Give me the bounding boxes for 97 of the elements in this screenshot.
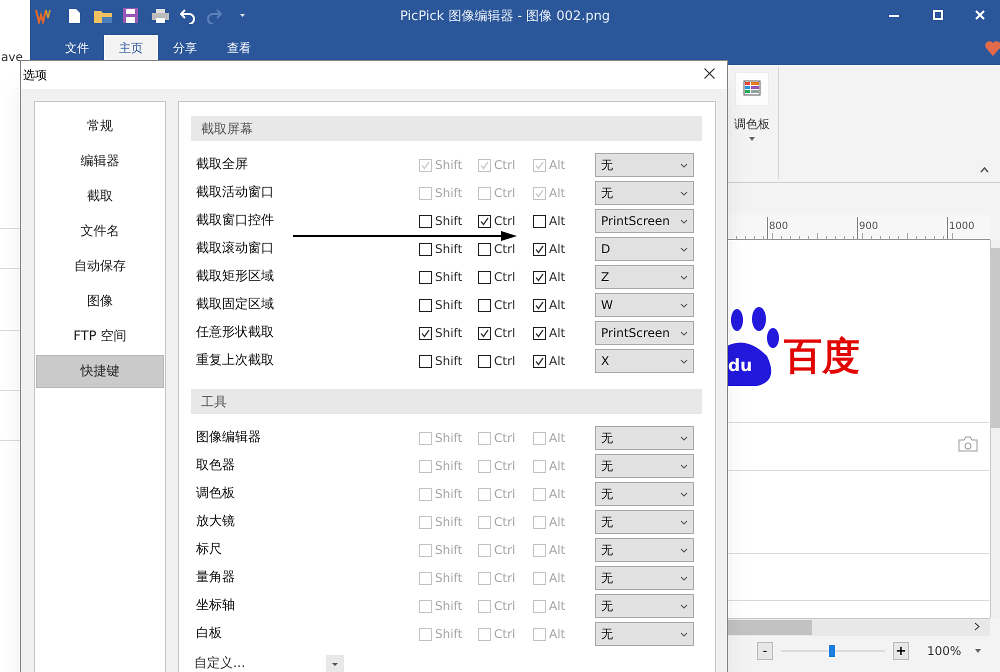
- ribbon-tab[interactable]: 主页: [104, 35, 158, 60]
- sidebar-item[interactable]: 编辑器: [36, 145, 164, 178]
- checkbox-label: Shift: [435, 486, 462, 503]
- ribbon-tab[interactable]: 分享: [158, 35, 212, 60]
- shortcut-label: 任意形状截取: [196, 324, 274, 342]
- logo-text: du: [728, 358, 752, 375]
- checkbox-label: Shift: [435, 157, 462, 174]
- shortcut-label: 取色器: [196, 457, 235, 476]
- checkbox-label: Ctrl: [494, 598, 516, 615]
- checkbox-label: Ctrl: [494, 297, 516, 314]
- checkbox-label: Alt: [549, 353, 566, 370]
- checkbox-label: Ctrl: [494, 157, 516, 174]
- shortcut-label: 图像编辑器: [196, 429, 261, 448]
- checkbox-label: Ctrl: [494, 269, 516, 286]
- key-dropdown[interactable]: PrintScreen: [595, 209, 694, 233]
- checkbox-label: Shift: [435, 542, 462, 559]
- checkbox-label: Alt: [549, 241, 566, 258]
- checkbox-label: Alt: [549, 269, 566, 286]
- ruler-label: 800: [769, 220, 788, 234]
- zoom-out-button[interactable]: -: [757, 642, 773, 660]
- checkbox-label: Alt: [549, 542, 566, 559]
- shortcut-label: 量角器: [196, 569, 235, 588]
- shortcut-label: 坐标轴: [196, 597, 235, 616]
- checkbox-label: Shift: [435, 458, 462, 475]
- custom-label: 自定义...: [193, 655, 246, 672]
- checkbox-label: Alt: [549, 598, 566, 615]
- dialog-title: 选项: [23, 67, 47, 84]
- checkbox-label: Ctrl: [494, 458, 516, 475]
- shortcut-label: 白板: [196, 625, 222, 644]
- checkbox-label: Alt: [549, 486, 566, 503]
- sidebar-item[interactable]: 截取: [36, 180, 164, 213]
- window-title: PicPick 图像编辑器 - 图像 002.png: [400, 8, 610, 26]
- shortcut-label: 截取活动窗口: [196, 184, 274, 202]
- shortcut-label: 截取窗口控件: [196, 212, 274, 230]
- ruler-label: 1000: [949, 220, 974, 234]
- checkbox-label: Alt: [549, 297, 566, 314]
- checkbox-label: Alt: [549, 325, 566, 342]
- checkbox-label: Shift: [435, 213, 462, 230]
- shortcut-label: 重复上次截取: [196, 352, 274, 370]
- shortcut-label: 截取矩形区域: [196, 268, 274, 286]
- checkbox-label: Ctrl: [494, 185, 516, 202]
- key-dropdown[interactable]: Z: [595, 265, 694, 289]
- key-dropdown[interactable]: W: [595, 293, 694, 317]
- checkbox-label: Ctrl: [494, 542, 516, 559]
- shortcut-label: 截取全屏: [196, 156, 248, 174]
- checkbox-label: Shift: [435, 353, 462, 370]
- partial-text: ave: [1, 49, 23, 66]
- key-dropdown[interactable]: X: [595, 349, 694, 373]
- sidebar-item[interactable]: FTP 空间: [36, 320, 164, 353]
- checkbox-label: Ctrl: [494, 514, 516, 531]
- shortcut-label: 标尺: [196, 541, 222, 560]
- key-dropdown[interactable]: D: [595, 237, 694, 261]
- section-header: 工具: [191, 389, 702, 414]
- checkbox-label: Shift: [435, 325, 462, 342]
- checkbox-label: Ctrl: [494, 430, 516, 447]
- checkbox-label: Ctrl: [494, 626, 516, 643]
- key-dropdown[interactable]: PrintScreen: [595, 321, 694, 345]
- sidebar-item[interactable]: 文件名: [36, 215, 164, 248]
- checkbox-label: Alt: [549, 185, 566, 202]
- checkbox-label: Ctrl: [494, 570, 516, 587]
- shortcut-label: 调色板: [196, 485, 235, 504]
- logo-text: 百度: [784, 337, 860, 375]
- checkbox-label: Shift: [435, 570, 462, 587]
- checkbox-label: Ctrl: [494, 353, 516, 370]
- checkbox-label: Alt: [549, 626, 566, 643]
- checkbox-label: Alt: [549, 458, 566, 475]
- shortcut-label: 截取固定区域: [196, 296, 274, 314]
- checkbox-label: Ctrl: [494, 486, 516, 503]
- zoom-value: 100%: [927, 643, 962, 660]
- checkbox-label: Alt: [549, 430, 566, 447]
- checkbox-label: Shift: [435, 297, 462, 314]
- sidebar-item[interactable]: 常规: [36, 110, 164, 143]
- ruler-label: 900: [859, 220, 878, 234]
- checkbox-label: Shift: [435, 185, 462, 202]
- shortcut-label: 截取滚动窗口: [196, 240, 274, 258]
- checkbox-label: Alt: [549, 213, 566, 230]
- ribbon-tab[interactable]: 文件: [50, 35, 104, 60]
- zoom-in-button[interactable]: +: [893, 642, 909, 660]
- checkbox-label: Alt: [549, 514, 566, 531]
- checkbox-label: Shift: [435, 626, 462, 643]
- checkbox-label: Ctrl: [494, 213, 516, 230]
- palette-button[interactable]: 调色板: [727, 72, 777, 150]
- sidebar-item[interactable]: 自动保存: [36, 250, 164, 283]
- shortcut-label: 放大镜: [196, 513, 235, 532]
- checkbox-label: Shift: [435, 269, 462, 286]
- ribbon-tab[interactable]: 查看: [212, 35, 266, 60]
- checkbox-label: Shift: [435, 241, 462, 258]
- checkbox-label: Alt: [549, 570, 566, 587]
- checkbox-label: Shift: [435, 430, 462, 447]
- section-header: 截取屏幕: [191, 116, 702, 141]
- checkbox-label: Ctrl: [494, 241, 516, 258]
- checkbox-label: Shift: [435, 598, 462, 615]
- checkbox-label: Alt: [549, 157, 566, 174]
- checkbox-label: Shift: [435, 514, 462, 531]
- checkbox-label: Ctrl: [494, 325, 516, 342]
- sidebar-item[interactable]: 快捷键: [36, 355, 164, 388]
- sidebar-item[interactable]: 图像: [36, 285, 164, 318]
